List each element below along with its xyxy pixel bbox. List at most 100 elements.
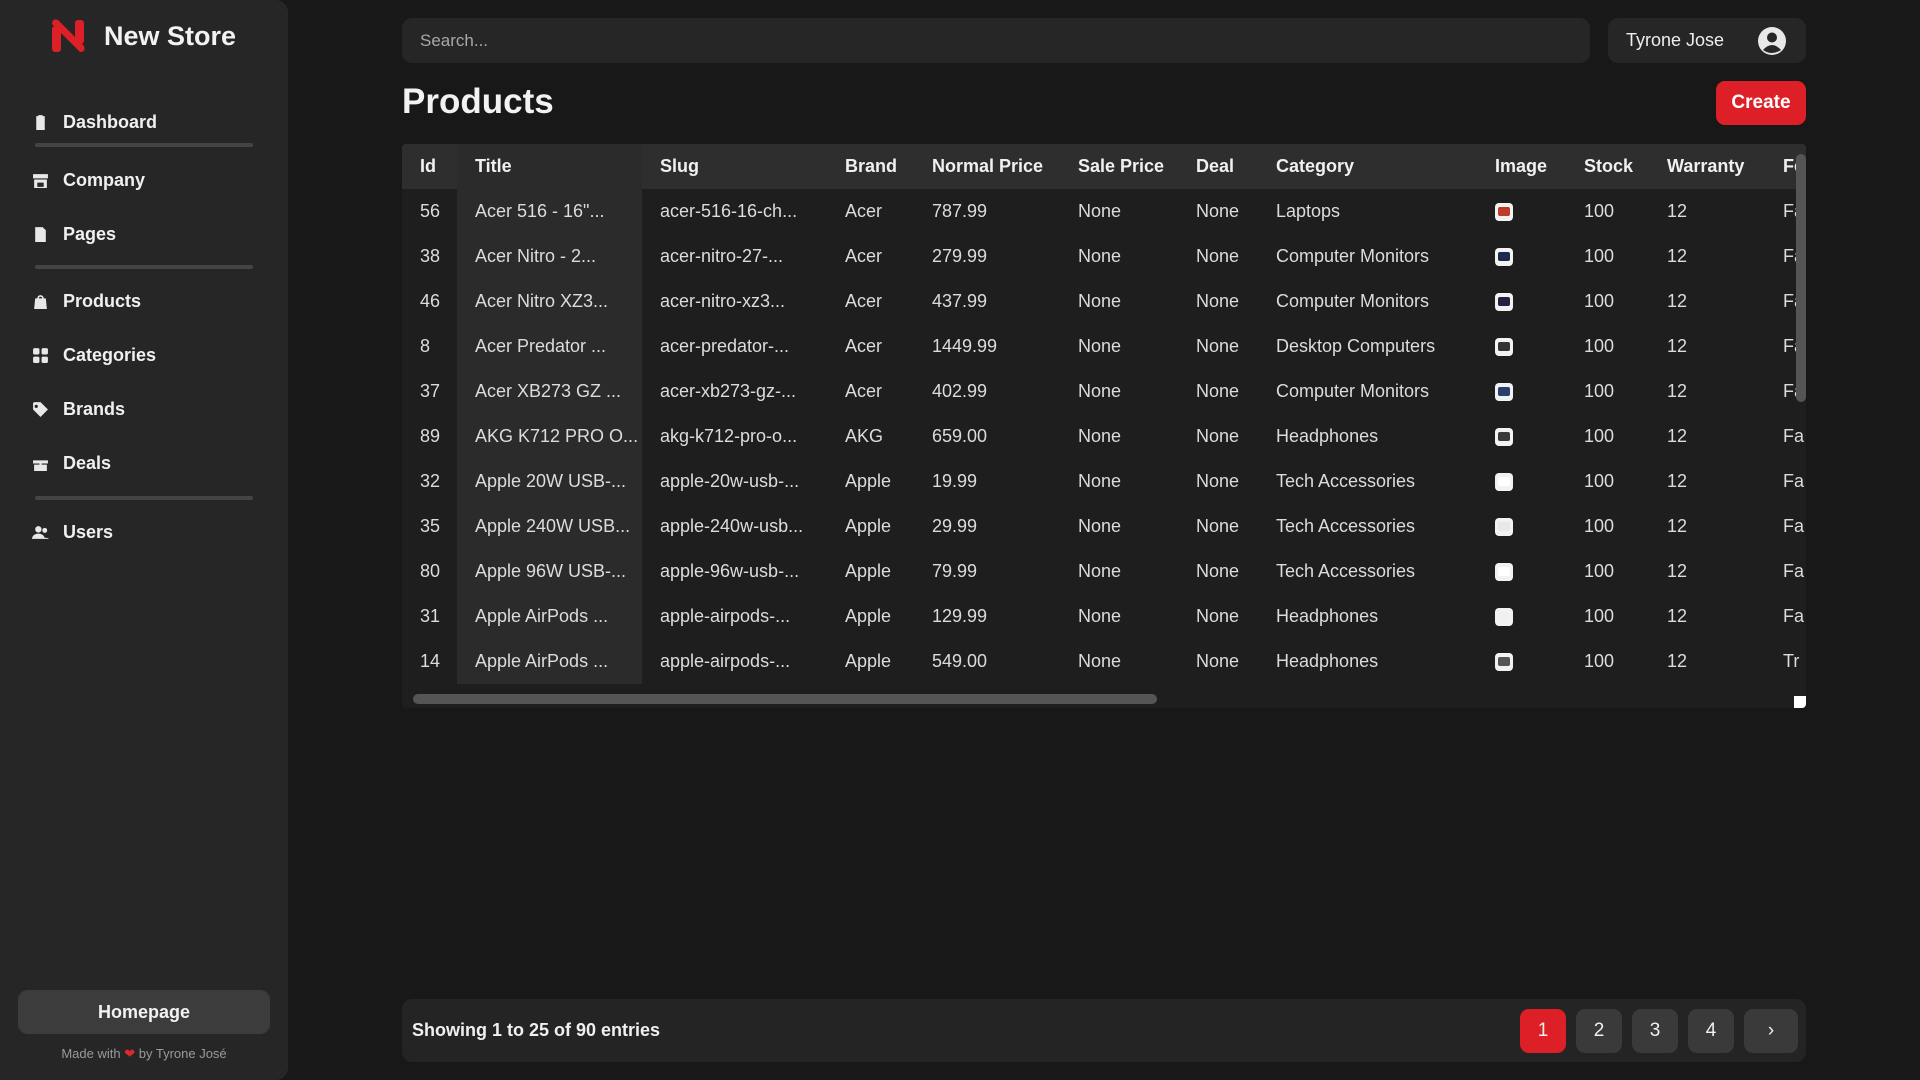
product-thumbnail[interactable] [1495,203,1513,222]
app-name: New Store [104,20,237,51]
sidebar-item-products[interactable]: Products [32,291,141,312]
table-row[interactable]: 32 Apple 20W USB-... apple-20w-usb-... Appl… [402,459,1806,504]
cell-fe: Fa [1783,606,1805,626]
cell-slug: akg-k712-pro-o... [660,426,798,446]
product-thumbnail[interactable] [1495,563,1513,582]
cell-warranty: 12 [1667,606,1688,626]
table-row[interactable]: 31 Apple AirPods ... apple-airpods-... Appl… [402,594,1806,639]
sidebar-item-label: Brands [63,399,126,419]
column-header-brand[interactable]: Brand [827,144,914,189]
vertical-scrollbar[interactable] [1796,154,1806,402]
author-name: Tyrone José [155,1046,227,1061]
product-thumbnail[interactable] [1495,293,1513,312]
sidebar-item-dashboard[interactable]: Dashboard [32,112,157,133]
sidebar-item-company[interactable]: Company [32,170,145,191]
cell-sale-price: None [1078,336,1122,356]
next-page-button[interactable]: › [1744,1009,1798,1053]
cell-fe: Fa [1783,561,1805,581]
sidebar-item-pages[interactable]: Pages [32,224,116,245]
cell-brand: Acer [845,246,883,266]
create-button[interactable]: Create [1716,81,1806,125]
cell-brand: Acer [845,291,883,311]
cell-normal-price: 279.99 [932,246,988,266]
cell-category: Tech Accessories [1276,516,1416,536]
page-button-4[interactable]: 4 [1688,1009,1734,1053]
column-header-title[interactable]: Title [457,144,642,189]
search-input[interactable] [402,18,1590,63]
cell-deal: None [1196,561,1240,581]
table-row[interactable]: 46 Acer Nitro XZ3... acer-nitro-xz3... Acer… [402,279,1806,324]
sidebar-item-label: Categories [63,345,157,365]
column-header-sale-price[interactable]: Sale Price [1060,144,1178,189]
cell-category: Computer Monitors [1276,291,1430,311]
cell-stock: 100 [1584,201,1615,221]
table-row[interactable]: 89 AKG K712 PRO O... akg-k712-pro-o... AKG 6… [402,414,1806,459]
sidebar-item-users[interactable]: Users [32,522,113,543]
cell-warranty: 12 [1667,561,1688,581]
product-thumbnail[interactable] [1495,338,1513,357]
product-thumbnail[interactable] [1495,428,1513,447]
cell-deal: None [1196,381,1240,401]
column-header-id[interactable]: Id [402,144,457,189]
cell-category: Desktop Computers [1276,336,1436,356]
column-header-slug[interactable]: Slug [642,144,827,189]
cell-slug: acer-516-16-ch... [660,201,798,221]
column-header-warranty[interactable]: Warranty [1649,144,1765,189]
gift-icon [33,460,48,471]
sidebar-item-categories[interactable]: Categories [32,345,156,366]
product-thumbnail[interactable] [1495,608,1513,627]
table-row[interactable]: 38 Acer Nitro - 2... acer-nitro-27-... Acer… [402,234,1806,279]
cell-deal: None [1196,426,1240,446]
table-row[interactable]: 37 Acer XB273 GZ ... acer-xb273-gz-... Acer… [402,369,1806,414]
product-thumbnail[interactable] [1495,473,1513,492]
cell-category: Headphones [1276,426,1379,446]
page-button-2[interactable]: 2 [1576,1009,1622,1053]
product-image-cell [1477,234,1566,279]
cell-warranty: 12 [1667,426,1688,446]
sidebar-item-deals[interactable]: Deals [32,453,111,474]
product-thumbnail[interactable] [1495,653,1513,672]
cell-slug: apple-airpods-... [660,651,791,671]
column-header-stock[interactable]: Stock [1566,144,1649,189]
page-button-1[interactable]: 1 [1520,1009,1566,1053]
product-image-cell [1477,414,1566,459]
homepage-button[interactable]: Homepage [18,990,270,1034]
cell-title: Acer XB273 GZ ... [457,369,642,414]
cell-id: 31 [420,606,441,626]
table-row[interactable]: 80 Apple 96W USB-... apple-96w-usb-... Appl… [402,549,1806,594]
user-menu[interactable]: Tyrone Jose [1608,18,1806,63]
sidebar-item-label: Pages [63,224,117,244]
cell-slug: acer-nitro-27-... [660,246,784,266]
cell-brand: Apple [845,561,892,581]
table-row[interactable]: 14 Apple AirPods ... apple-airpods-... Appl… [402,639,1806,684]
cell-category: Headphones [1276,606,1379,626]
column-header-image[interactable]: Image [1477,144,1566,189]
cell-warranty: 12 [1667,381,1688,401]
table-row[interactable]: 35 Apple 240W USB... apple-240w-usb... Appl… [402,504,1806,549]
product-thumbnail[interactable] [1495,248,1513,267]
cell-id: 14 [420,651,441,671]
product-image-cell [1477,324,1566,369]
product-thumbnail[interactable] [1495,518,1513,537]
cell-normal-price: 437.99 [932,291,988,311]
brand[interactable]: New Store [48,16,236,56]
column-header-deal[interactable]: Deal [1178,144,1258,189]
product-thumbnail[interactable] [1495,383,1513,402]
cell-id: 80 [420,561,441,581]
sidebar-divider [35,143,253,147]
sidebar-item-label: Dashboard [63,112,158,132]
product-image-cell [1477,369,1566,414]
cell-id: 8 [420,336,431,356]
table-row[interactable]: 56 Acer 516 - 16"... acer-516-16-ch... Acer… [402,189,1806,234]
cell-stock: 100 [1584,651,1615,671]
table-row[interactable]: 8 Acer Predator ... acer-predator-... Acer 1… [402,324,1806,369]
horizontal-scrollbar[interactable] [413,694,1157,704]
table-body: 56 Acer 516 - 16"... acer-516-16-ch... Acer… [402,189,1806,684]
chevron-right-icon: › [1767,1020,1775,1041]
cell-normal-price: 549.00 [932,651,988,671]
column-header-category[interactable]: Category [1258,144,1477,189]
sidebar-item-brands[interactable]: Brands [32,399,125,420]
page-button-3[interactable]: 3 [1632,1009,1678,1053]
column-header-normal-price[interactable]: Normal Price [914,144,1060,189]
cell-warranty: 12 [1667,291,1688,311]
